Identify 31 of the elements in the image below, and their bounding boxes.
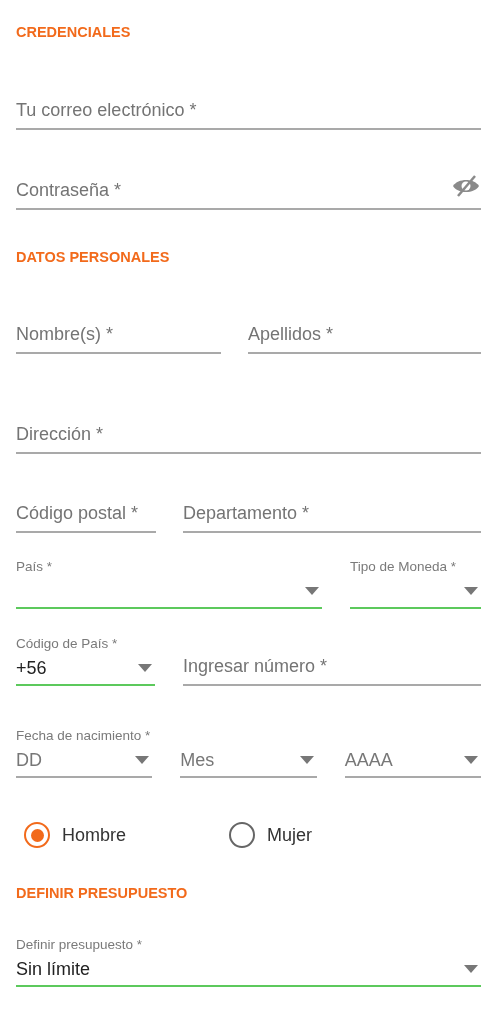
email-field[interactable]: Tu correo electrónico * bbox=[16, 96, 481, 130]
field-label: Definir presupuesto * bbox=[16, 937, 144, 953]
section-heading: CREDENCIALES bbox=[16, 23, 132, 42]
caret-icon bbox=[138, 664, 152, 672]
field-label: Código de País * bbox=[16, 636, 119, 652]
field-label: País * bbox=[16, 559, 54, 575]
postal-code-field[interactable]: Código postal * bbox=[16, 499, 156, 533]
date-dropdown[interactable]: AAAA bbox=[344, 746, 481, 778]
caret-icon bbox=[464, 587, 478, 595]
caret-icon bbox=[464, 756, 478, 764]
first-name-field[interactable]: Nombre(s) * bbox=[16, 320, 221, 354]
radio-option[interactable]: Hombre bbox=[24, 821, 229, 849]
field-label: Fecha de nacimiento * bbox=[16, 728, 152, 744]
section-heading: DATOS PERSONALES bbox=[16, 248, 171, 267]
last-name-field[interactable]: Apellidos * bbox=[248, 320, 481, 354]
section-heading: DEFINIR PRESUPUESTO bbox=[16, 884, 189, 903]
department-field[interactable]: Departamento * bbox=[183, 499, 481, 533]
budget-dropdown[interactable]: Sin límite bbox=[16, 955, 481, 987]
caret-icon bbox=[464, 965, 478, 973]
caret-icon bbox=[305, 587, 319, 595]
date-dropdown[interactable]: Mes bbox=[180, 746, 317, 778]
address-field[interactable]: Dirección * bbox=[16, 420, 481, 454]
eye-icon[interactable] bbox=[451, 174, 481, 198]
phone-field[interactable]: Ingresar número * bbox=[183, 652, 481, 686]
password-field[interactable]: Contraseña * bbox=[16, 176, 441, 208]
caret-icon bbox=[135, 756, 150, 764]
caret-icon bbox=[299, 756, 314, 764]
country-code-dropdown[interactable]: +56 bbox=[16, 654, 155, 686]
field-label: Tipo de Moneda * bbox=[350, 559, 458, 575]
radio-option[interactable]: Mujer bbox=[229, 821, 481, 849]
date-dropdown[interactable]: DD bbox=[16, 746, 153, 778]
